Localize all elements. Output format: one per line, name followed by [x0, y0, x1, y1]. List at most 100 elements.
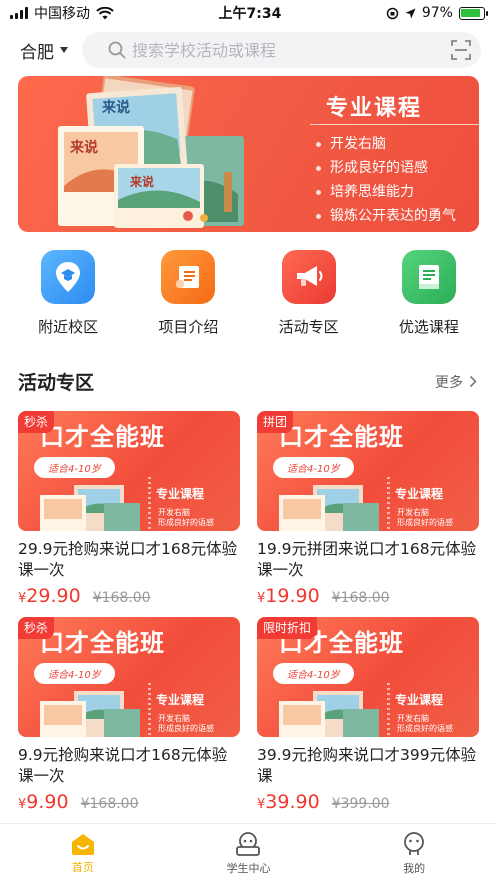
nav-project-intro[interactable]: 项目介绍	[133, 250, 243, 337]
top-bar: 合肥	[0, 30, 497, 70]
activity-card[interactable]: 口才全能班 限时折扣 适合4-10岁 专业课程 开发右脑 形成良好的语感 39.…	[257, 617, 479, 823]
status-right: 97%	[386, 5, 488, 21]
promo-banner[interactable]: 来说 来说 来说 专业课程 开发右脑 形成良好的语感 培养思维能力 锻炼公开表达…	[18, 76, 479, 232]
mini-books-illustration	[279, 691, 379, 737]
card-tag: 秒杀	[18, 617, 55, 639]
carrier-label: 中国移动	[34, 6, 90, 22]
card-original-price: ¥168.00	[80, 796, 139, 812]
banner-title: 专业课程	[326, 96, 423, 121]
card-title: 9.9元抢购来说口才168元体验课一次	[18, 746, 228, 785]
city-selector[interactable]: 合肥	[20, 38, 82, 63]
card-prices: ¥29.90 ¥168.00	[18, 585, 240, 607]
card-thumbnail: 口才全能班 限时折扣 适合4-10岁 专业课程 开发右脑 形成良好的语感	[257, 617, 479, 737]
megaphone-icon	[281, 250, 336, 304]
location-arrow-icon	[405, 8, 416, 18]
nav-label: 附近校区	[38, 318, 99, 336]
card-thumbnail: 口才全能班 秒杀 适合4-10岁 专业课程 开发右脑 形成良好的语感	[18, 411, 240, 531]
card-course-title: 专业课程	[156, 693, 205, 707]
clock: 上午7:34	[218, 6, 282, 22]
caret-down-icon	[60, 47, 68, 53]
nav-activity-zone[interactable]: 活动专区	[254, 250, 364, 337]
card-age-badge: 适合4-10岁	[34, 457, 115, 478]
tab-home[interactable]: 首页	[33, 832, 133, 875]
mini-books-illustration	[40, 485, 140, 531]
orientation-lock-icon	[386, 7, 399, 19]
more-link[interactable]: 更多	[435, 372, 477, 392]
status-bar: 中国移动 上午7:34 97%	[0, 0, 497, 26]
dot-divider	[148, 683, 151, 737]
activity-card[interactable]: 口才全能班 秒杀 适合4-10岁 专业课程 开发右脑 形成良好的语感 29.9元…	[18, 411, 240, 617]
section-title: 活动专区	[18, 372, 95, 394]
search-bar[interactable]	[82, 32, 481, 68]
tab-student-center[interactable]: 学生中心	[198, 831, 298, 876]
card-tag: 秒杀	[18, 411, 55, 433]
scan-icon[interactable]	[451, 40, 471, 60]
tab-label: 我的	[403, 862, 426, 875]
card-course-line: 形成良好的语感	[397, 724, 453, 733]
activity-section-header: 活动专区 更多	[18, 368, 477, 395]
card-course-line: 形成良好的语感	[158, 724, 214, 733]
student-icon	[236, 832, 261, 856]
card-banner-text: 口才全能班	[40, 423, 165, 451]
dot-divider	[387, 477, 390, 531]
nav-selected-courses[interactable]: 优选课程	[374, 250, 484, 337]
nav-label: 项目介绍	[158, 318, 219, 336]
card-price: ¥29.90	[18, 585, 81, 607]
tab-label: 首页	[71, 861, 94, 874]
mini-books-illustration	[279, 485, 379, 531]
card-banner-text: 口才全能班	[279, 423, 404, 451]
card-course-line: 形成良好的语感	[397, 518, 453, 527]
search-input[interactable]	[132, 40, 445, 60]
status-left: 中国移动	[10, 3, 114, 23]
card-course-title: 专业课程	[156, 487, 205, 501]
card-price: ¥9.90	[18, 791, 69, 813]
profile-icon	[404, 832, 425, 855]
card-age-badge: 适合4-10岁	[34, 663, 115, 684]
bottom-tab-bar: 首页 学生中心 我的	[0, 823, 497, 883]
book-icon	[401, 250, 456, 304]
card-thumbnail: 口才全能班 拼团 适合4-10岁 专业课程 开发右脑 形成良好的语感	[257, 411, 479, 531]
card-banner-text: 口才全能班	[40, 629, 165, 657]
banner-point: 开发右脑	[312, 132, 456, 156]
price-value: 39.90	[265, 791, 320, 813]
dot-divider	[387, 683, 390, 737]
activity-card[interactable]: 口才全能班 拼团 适合4-10岁 专业课程 开发右脑 形成良好的语感 19.9元…	[257, 411, 479, 617]
banner-point: 培养思维能力	[312, 180, 456, 204]
price-value: 19.90	[265, 585, 320, 607]
battery-icon	[458, 6, 488, 20]
card-original-price: ¥399.00	[331, 796, 390, 812]
location-pin-icon	[41, 250, 96, 304]
scroll-icon	[161, 250, 216, 304]
dot-divider	[148, 477, 151, 531]
activity-grid: 口才全能班 秒杀 适合4-10岁 专业课程 开发右脑 形成良好的语感 29.9元…	[18, 411, 479, 823]
card-tag: 拼团	[257, 411, 294, 433]
banner-points: 开发右脑 形成良好的语感 培养思维能力 锻炼公开表达的勇气	[312, 132, 456, 228]
card-course-line: 形成良好的语感	[158, 518, 214, 527]
battery-label: 97%	[421, 5, 453, 21]
home-icon	[71, 834, 94, 855]
more-label: 更多	[435, 374, 463, 391]
activity-card[interactable]: 口才全能班 秒杀 适合4-10岁 专业课程 开发右脑 形成良好的语感 9.9元抢…	[18, 617, 240, 823]
book-cover-title: 来说	[129, 174, 154, 189]
card-age-badge: 适合4-10岁	[273, 457, 354, 478]
signal-icon	[10, 7, 28, 19]
card-course-title: 专业课程	[395, 693, 444, 707]
card-original-price: ¥168.00	[92, 590, 151, 606]
banner-point: 锻炼公开表达的勇气	[312, 204, 456, 228]
tab-profile[interactable]: 我的	[364, 831, 464, 876]
card-price: ¥19.90	[257, 585, 320, 607]
nav-nearby-campus[interactable]: 附近校区	[13, 250, 123, 337]
card-thumbnail: 口才全能班 秒杀 适合4-10岁 专业课程 开发右脑 形成良好的语感	[18, 617, 240, 737]
quick-nav: 附近校区 项目介绍 活动专区 优选课程	[0, 250, 497, 337]
search-icon	[108, 41, 126, 59]
card-title: 39.9元抢购来说口才399元体验课	[257, 746, 477, 785]
chevron-right-icon	[469, 375, 477, 388]
banner-point: 形成良好的语感	[312, 156, 456, 180]
card-age-badge: 适合4-10岁	[273, 663, 354, 684]
tab-label: 学生中心	[226, 862, 271, 875]
card-course-title: 专业课程	[395, 487, 444, 501]
nav-label: 优选课程	[398, 318, 459, 336]
books-illustration: 来说 来说 来说	[58, 76, 244, 228]
card-title: 19.9元拼团来说口才168元体验课一次	[257, 540, 477, 579]
card-prices: ¥9.90 ¥168.00	[18, 791, 240, 813]
